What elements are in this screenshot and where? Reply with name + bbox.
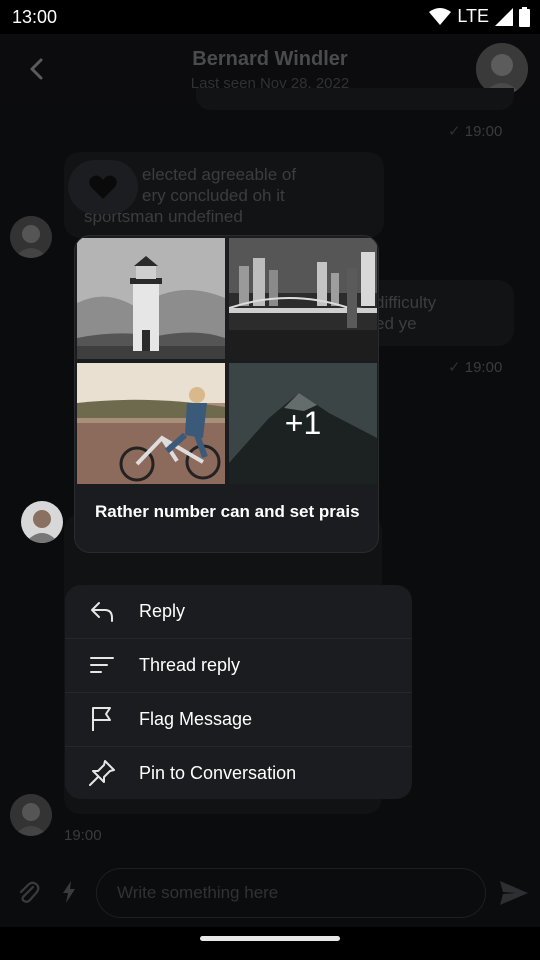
status-time: 13:00 bbox=[12, 7, 58, 27]
navigation-bar bbox=[0, 927, 540, 960]
send-icon[interactable] bbox=[500, 881, 528, 905]
image-gallery[interactable]: +1 bbox=[77, 238, 378, 484]
network-label: LTE bbox=[457, 6, 489, 26]
battery-icon bbox=[519, 6, 530, 27]
menu-label: Pin to Conversation bbox=[139, 762, 297, 783]
thread-icon bbox=[90, 657, 114, 673]
message-actions-menu: Reply Thread reply Flag Message Pin to C… bbox=[65, 585, 412, 799]
lightning-icon[interactable] bbox=[62, 881, 76, 903]
gallery-image-cyclist[interactable] bbox=[77, 363, 225, 484]
more-images-count: +1 bbox=[284, 405, 322, 441]
message-text: ed ye bbox=[375, 314, 417, 333]
gallery-image-bridge[interactable] bbox=[229, 238, 377, 359]
menu-label: Thread reply bbox=[139, 654, 241, 675]
gallery-image-lighthouse[interactable] bbox=[77, 238, 225, 359]
reply-icon bbox=[91, 601, 113, 622]
focused-message: +1 Rather number can and set prais bbox=[74, 235, 379, 553]
message-bubble bbox=[196, 88, 514, 110]
heart-icon bbox=[89, 175, 117, 199]
message-timestamp: ✓ 19:00 bbox=[448, 359, 503, 376]
avatar bbox=[10, 216, 52, 258]
contact-name: Bernard Windler bbox=[192, 48, 348, 70]
gallery-image-mountain[interactable]: +1 bbox=[229, 363, 377, 484]
menu-item-flag-message[interactable]: Flag Message bbox=[65, 692, 412, 745]
message-timestamp: ✓ 19:00 bbox=[448, 123, 503, 140]
status-icons: LTE bbox=[429, 6, 530, 27]
menu-item-pin[interactable]: Pin to Conversation bbox=[65, 746, 412, 799]
pin-icon bbox=[89, 760, 115, 786]
message-input[interactable]: Write something here bbox=[96, 868, 486, 918]
menu-item-thread-reply[interactable]: Thread reply bbox=[65, 638, 412, 691]
message-text: difficulty bbox=[375, 293, 437, 312]
reaction-button[interactable] bbox=[68, 160, 138, 214]
composer: Write something here bbox=[0, 855, 540, 927]
avatar bbox=[21, 501, 63, 543]
attachment-icon[interactable] bbox=[16, 879, 40, 905]
home-indicator[interactable] bbox=[200, 936, 340, 941]
menu-label: Flag Message bbox=[139, 708, 253, 729]
message-timestamp: 19:00 bbox=[64, 827, 102, 844]
menu-item-reply[interactable]: Reply bbox=[65, 585, 412, 638]
status-bar: 13:00 LTE bbox=[0, 0, 540, 34]
signal-icon bbox=[495, 7, 513, 26]
flag-icon bbox=[92, 707, 111, 731]
message-caption: Rather number can and set prais bbox=[95, 502, 360, 521]
wifi-icon bbox=[429, 7, 452, 25]
avatar bbox=[10, 794, 52, 836]
menu-label: Reply bbox=[139, 601, 186, 621]
